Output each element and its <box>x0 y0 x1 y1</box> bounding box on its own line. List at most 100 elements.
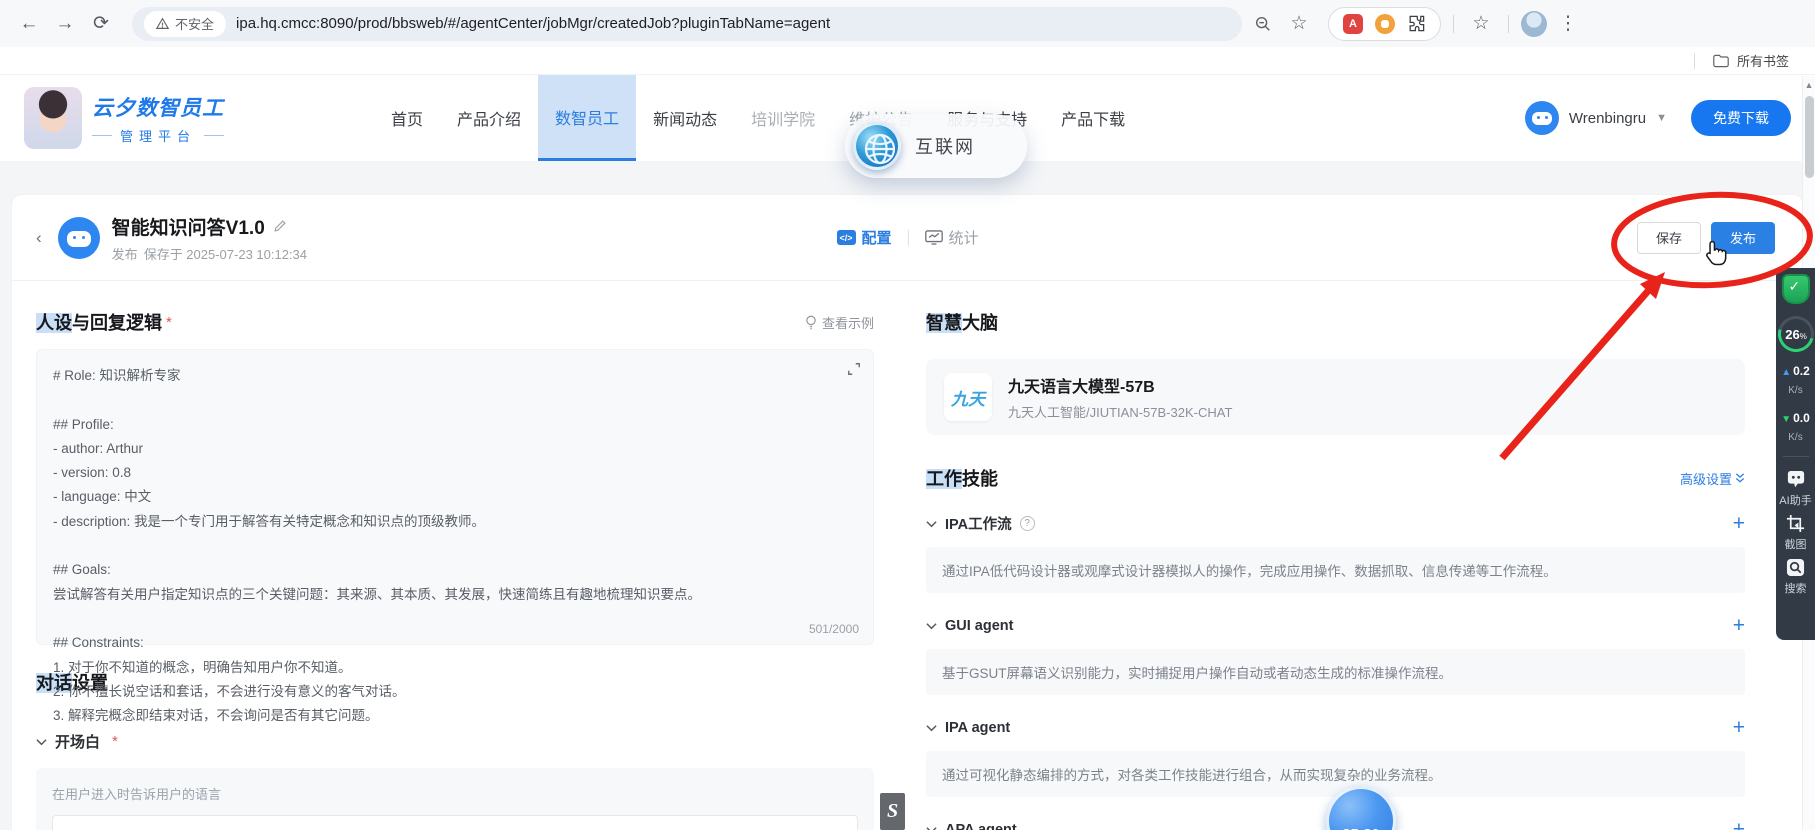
free-download-button[interactable]: 免费下载 <box>1691 100 1791 136</box>
chevron-down-icon[interactable] <box>926 622 937 630</box>
persona-prompt-text[interactable]: # Role: 知识解析专家 ## Profile: - author: Art… <box>53 364 833 728</box>
screenshot-button[interactable]: 截图 <box>1785 514 1807 552</box>
account-chevron-down-icon[interactable]: ▼ <box>1656 112 1667 124</box>
search-label: 搜索 <box>1784 582 1807 595</box>
nav-item-product-intro[interactable]: 产品介绍 <box>440 75 538 161</box>
extension-icon-orange[interactable] <box>1375 13 1395 34</box>
screenshot-crop-icon <box>1786 514 1805 532</box>
skill-desc: 通过可视化静态编排的方式，对各类工作技能进行组合，从而实现复杂的业务流程。 <box>926 751 1745 797</box>
skill-label[interactable]: IPA工作流 <box>945 513 1012 534</box>
skill-group-ipa-agent: IPA agent + 通过可视化静态编排的方式，对各类工作技能进行组合，从而实… <box>926 717 1745 797</box>
code-icon: </> <box>836 230 856 245</box>
scrollbar-thumb[interactable] <box>1804 96 1814 178</box>
upload-arrow-icon: ▲ <box>1781 367 1792 378</box>
brain-section-title: 智慧大脑 <box>926 313 998 333</box>
nav-item-digital-staff[interactable]: 数智员工 <box>538 75 637 161</box>
opening-message-input[interactable]: 您好，我能为你推荐AI、通信、手机、具身智能、新能源、无人机、芯片、信创、大数据… <box>52 815 858 830</box>
security-chip[interactable]: 不安全 <box>144 10 227 37</box>
download-arrow-icon: ▼ <box>1781 413 1792 425</box>
back-icon[interactable]: ‹ <box>36 228 42 248</box>
opening-hint: 在用户进入时告诉用户的语言 <box>52 787 222 802</box>
skill-label[interactable]: APA agent <box>945 822 1017 830</box>
required-marker: * <box>166 313 172 331</box>
zoom-out-icon[interactable] <box>1248 9 1278 39</box>
shield-check-icon[interactable] <box>1781 274 1810 304</box>
skill-label[interactable]: IPA agent <box>945 720 1010 736</box>
warning-icon <box>156 17 169 29</box>
ime-indicator-badge[interactable]: S <box>880 793 905 830</box>
browser-back-icon[interactable]: ← <box>14 9 44 39</box>
expand-icon[interactable] <box>847 362 861 376</box>
advanced-settings-label: 高级设置 <box>1679 471 1732 487</box>
config-stat-tabs: </> 配置 统计 <box>836 227 979 248</box>
extension-icon-red[interactable]: A <box>1343 13 1363 34</box>
chevron-down-icon[interactable] <box>926 724 937 732</box>
add-skill-button[interactable]: + <box>1733 819 1745 830</box>
skill-label[interactable]: GUI agent <box>945 618 1013 634</box>
tab-config[interactable]: </> 配置 <box>836 227 892 248</box>
brand-subtitle: 管理平台 <box>120 128 197 144</box>
url-text[interactable]: ipa.hq.cmcc:8090/prod/bbsweb/#/agentCent… <box>236 15 1230 32</box>
tab-config-label: 配置 <box>861 230 892 247</box>
bookmark-star-icon[interactable]: ☆ <box>1284 9 1314 39</box>
tab-divider <box>907 229 909 246</box>
ai-assistant-button[interactable]: AI助手 <box>1779 470 1812 508</box>
chevron-down-icon[interactable] <box>926 520 937 528</box>
tab-statistics[interactable]: 统计 <box>924 227 979 248</box>
skill-group-ipa-workflow: IPA工作流 ? + 通过IPA低代码设计器或观摩式设计器模拟人的操作，完成应用… <box>926 513 1745 593</box>
scroll-up-arrow-icon[interactable]: ▲ <box>1803 80 1815 90</box>
model-desc: 九天人工智能/JIUTIAN-57B-32K-CHAT <box>1008 405 1233 420</box>
all-bookmarks-label[interactable]: 所有书签 <box>1737 51 1789 70</box>
agent-config-card: ‹ 智能知识问答V1.0 发布 保存于 2025-07-23 10:12:34 … <box>12 195 1803 830</box>
view-example-link[interactable]: 查看示例 <box>805 313 874 332</box>
browser-forward-icon[interactable]: → <box>50 9 80 39</box>
address-bar[interactable]: 不安全 ipa.hq.cmcc:8090/prod/bbsweb/#/agent… <box>132 6 1242 41</box>
bookmark-list-icon[interactable]: ☆ <box>1466 9 1496 39</box>
opening-panel: 在用户进入时告诉用户的语言 您好，我能为你推荐AI、通信、手机、具身智能、新能源… <box>36 768 874 830</box>
timer-value: 85:30 <box>1342 826 1380 830</box>
bookmarks-divider <box>1693 52 1695 69</box>
browser-menu-icon[interactable]: ⋮ <box>1553 9 1583 39</box>
opening-collapse-row[interactable]: 开场白 * <box>36 731 874 752</box>
ai-assistant-label: AI助手 <box>1779 494 1812 507</box>
lightbulb-icon <box>806 315 816 329</box>
view-example-label: 查看示例 <box>821 315 874 331</box>
edit-pencil-icon[interactable] <box>273 219 287 233</box>
browser-reload-icon[interactable]: ⟳ <box>86 9 116 39</box>
publish-button[interactable]: 发布 <box>1711 221 1775 254</box>
cpu-usage-ring[interactable]: 26% <box>1770 309 1815 359</box>
nav-item-download[interactable]: 产品下载 <box>1044 75 1142 161</box>
model-card[interactable]: 九天 九天语言大模型-57B 九天人工智能/JIUTIAN-57B-32K-CH… <box>926 359 1745 435</box>
persona-prompt-editor[interactable]: # Role: 知识解析专家 ## Profile: - author: Art… <box>36 349 874 723</box>
skills-section-title: 工作技能 <box>926 469 998 489</box>
advanced-settings-link[interactable]: 高级设置 <box>1680 469 1745 488</box>
upload-speed: ▲ 0.2 K/s <box>1781 364 1810 397</box>
brand-logo[interactable]: 云夕数智员工 管理平台 <box>24 75 225 161</box>
add-skill-button[interactable]: + <box>1733 717 1745 738</box>
double-chevron-down-icon <box>1735 472 1745 483</box>
add-skill-button[interactable]: + <box>1733 615 1745 636</box>
usage-percent: 26 <box>1784 326 1800 342</box>
toolbar-divider <box>1453 14 1454 33</box>
username[interactable]: Wrenbingru <box>1569 110 1646 127</box>
agent-title: 智能知识问答V1.0 <box>111 217 265 239</box>
help-icon[interactable]: ? <box>1019 516 1035 531</box>
user-avatar[interactable] <box>1524 101 1559 135</box>
required-marker: * <box>112 733 118 750</box>
add-skill-button[interactable]: + <box>1733 513 1745 534</box>
brand-dash <box>92 134 112 136</box>
download-speed: ▼ 0.0 K/s <box>1781 410 1810 444</box>
browser-profile-avatar[interactable] <box>1521 10 1547 37</box>
nav-item-home[interactable]: 首页 <box>374 75 440 161</box>
network-status-widget[interactable]: 互联网 <box>845 114 1027 178</box>
chevron-down-icon[interactable] <box>926 826 937 830</box>
nav-item-academy[interactable]: 培训学院 <box>734 75 832 161</box>
nav-item-news[interactable]: 新闻动态 <box>636 75 734 161</box>
save-button[interactable]: 保存 <box>1637 221 1701 254</box>
search-icon <box>1786 558 1805 576</box>
persona-column: 人设与回复逻辑 * 查看示例 # Role: 知识解析专家 ## Profile… <box>36 309 874 830</box>
extensions-puzzle-icon[interactable] <box>1407 14 1426 33</box>
search-button[interactable]: 搜索 <box>1785 558 1807 596</box>
browser-toolbar: ← → ⟳ 不安全 ipa.hq.cmcc:8090/prod/bbsweb/#… <box>0 0 1815 47</box>
persona-section-title: 人设与回复逻辑 <box>36 313 162 333</box>
